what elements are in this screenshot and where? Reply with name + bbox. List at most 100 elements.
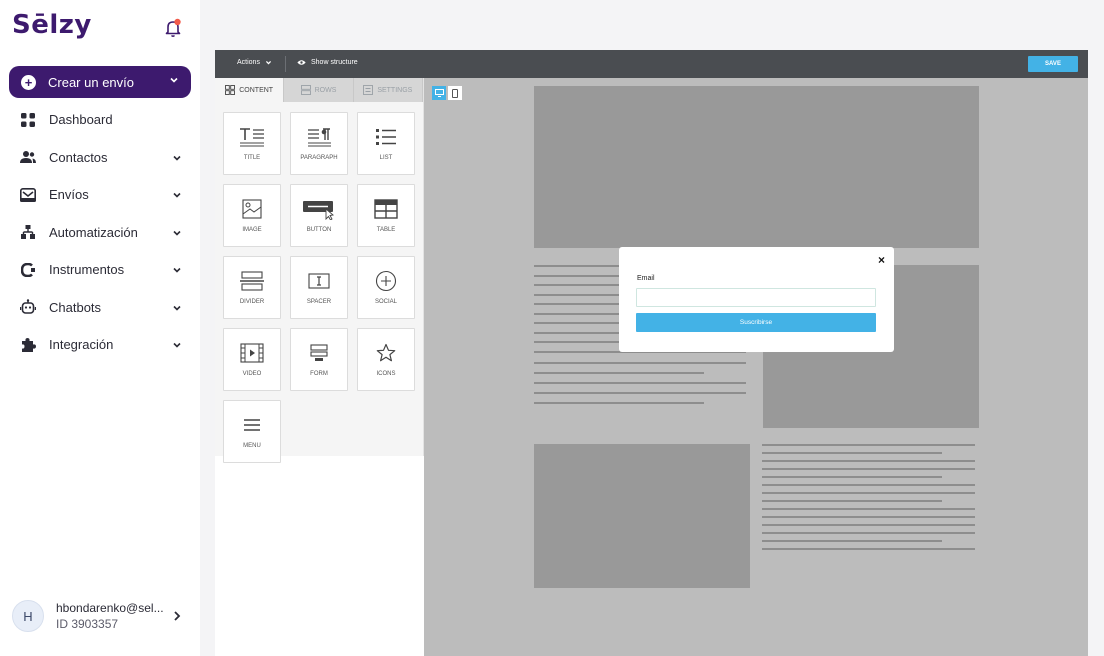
settings-icon	[363, 85, 374, 95]
chevron-down-icon	[173, 230, 181, 236]
tile-label: MENU	[243, 443, 261, 449]
image-placeholder	[534, 444, 750, 588]
sidebar-item-label: Dashboard	[49, 112, 113, 128]
chevron-down-icon	[173, 342, 181, 348]
plus-icon: +	[21, 74, 36, 90]
tab-label: ROWS	[314, 86, 337, 94]
tile-video[interactable]: VIDEO	[223, 328, 281, 391]
brand-logo[interactable]: Sēlzy	[12, 10, 92, 40]
tab-content[interactable]: CONTENT	[215, 78, 285, 102]
chevron-down-icon	[173, 192, 181, 198]
tile-label: IMAGE	[242, 227, 262, 233]
chevron-down-icon	[173, 155, 181, 161]
tile-label: ICONS	[376, 371, 396, 377]
tile-paragraph[interactable]: PARAGRAPH	[290, 112, 348, 175]
rows-icon	[300, 85, 311, 95]
actions-label: Actions	[237, 59, 260, 66]
image-placeholder	[534, 86, 979, 248]
avatar: H	[12, 600, 44, 632]
tile-label: TABLE	[376, 227, 396, 233]
tile-spacer[interactable]: SPACER	[290, 256, 348, 319]
tab-settings[interactable]: SETTINGS	[353, 78, 423, 102]
tile-label: TITLE	[243, 155, 261, 161]
subscribe-button[interactable]: Suscribirse	[636, 313, 876, 332]
sidebar-item-contacts[interactable]: Contactos	[0, 139, 200, 177]
chevron-down-icon	[173, 267, 181, 273]
image-icon	[224, 197, 280, 221]
tile-list[interactable]: LIST	[357, 112, 415, 175]
paragraph-icon	[291, 125, 347, 149]
sidebar-item-label: Chatbots	[49, 299, 102, 315]
tab-label: SETTINGS	[377, 86, 413, 94]
spacer-icon	[291, 269, 347, 293]
video-icon	[224, 341, 280, 365]
tile-icons[interactable]: ICONS	[357, 328, 415, 391]
social-icon	[358, 269, 414, 293]
panel-tabs: CONTENT ROWS SETTINGS	[215, 78, 423, 102]
tile-menu[interactable]: MENU	[223, 400, 281, 463]
tile-table[interactable]: TABLE	[357, 184, 415, 247]
toolbar-divider	[285, 56, 286, 72]
hierarchy-icon	[20, 224, 36, 240]
tile-button[interactable]: BUTTON	[290, 184, 348, 247]
tile-title[interactable]: TITLE	[223, 112, 281, 175]
sidebar-item-label: Instrumentos	[49, 262, 125, 278]
blocks-icon	[225, 85, 236, 95]
editor-toolbar: Actions Show structure SAVE	[215, 50, 1088, 78]
show-structure-toggle[interactable]: Show structure	[297, 59, 358, 66]
puzzle-icon	[20, 337, 36, 353]
tile-form[interactable]: FORM	[290, 328, 348, 391]
tile-label: SOCIAL	[374, 299, 397, 305]
tile-social[interactable]: SOCIAL	[357, 256, 415, 319]
tile-label: VIDEO	[242, 371, 262, 377]
tab-rows[interactable]: ROWS	[284, 78, 354, 102]
sidebar-item-tools[interactable]: Instrumentos	[0, 251, 200, 289]
sidebar-item-label: Envíos	[49, 187, 89, 203]
sidebar-item-label: Automatización	[49, 224, 138, 240]
grid-icon	[20, 112, 36, 128]
notification-bell-icon[interactable]	[164, 18, 182, 38]
tile-divider[interactable]: DIVIDER	[223, 256, 281, 319]
email-field[interactable]	[636, 288, 876, 307]
user-id: ID 3903357	[56, 617, 119, 631]
save-button[interactable]: SAVE	[1028, 56, 1078, 72]
email-label: Email	[637, 275, 655, 282]
divider-icon	[224, 269, 280, 293]
sidebar-item-chatbots[interactable]: Chatbots	[0, 289, 200, 327]
sidebar-item-dashboard[interactable]: Dashboard	[0, 101, 200, 139]
create-send-button[interactable]: + Crear un envío	[9, 66, 191, 98]
content-panel: CONTENT ROWS SETTINGS TITLE PARAGRAPH LI…	[215, 78, 424, 463]
create-send-label: Crear un envío	[48, 74, 134, 90]
tools-icon	[20, 262, 36, 278]
tile-label: SPACER	[306, 299, 332, 305]
robot-icon	[20, 299, 36, 315]
chevron-right-icon[interactable]	[172, 610, 182, 622]
sidebar-item-integration[interactable]: Integración	[0, 326, 200, 364]
table-icon	[358, 197, 414, 221]
user-account[interactable]: H hbondarenko@sel... ID 3903357	[0, 588, 200, 644]
mobile-view-button[interactable]	[448, 86, 462, 100]
tile-label: DIVIDER	[239, 299, 265, 305]
tab-label: CONTENT	[239, 86, 274, 94]
list-icon	[358, 125, 414, 149]
user-info: hbondarenko@sel... ID 3903357	[56, 600, 164, 632]
tile-label: PARAGRAPH	[300, 155, 338, 161]
mobile-icon	[452, 88, 458, 98]
chevron-down-icon	[265, 61, 272, 65]
menu-icon	[224, 413, 280, 437]
email-canvas[interactable]: × Email Suscribirse	[424, 78, 1088, 656]
tile-image[interactable]: IMAGE	[223, 184, 281, 247]
desktop-view-button[interactable]	[432, 86, 446, 100]
show-structure-label: Show structure	[311, 59, 358, 66]
tile-label: LIST	[379, 155, 393, 161]
sidebar-item-sends[interactable]: Envíos	[0, 176, 200, 214]
actions-menu[interactable]: Actions	[237, 59, 272, 66]
chevron-down-icon	[170, 77, 178, 83]
sidebar-item-label: Integración	[49, 337, 114, 353]
close-icon[interactable]: ×	[878, 253, 885, 267]
device-toggle	[432, 86, 462, 100]
user-email: hbondarenko@sel...	[56, 601, 164, 615]
sidebar-item-automation[interactable]: Automatización	[0, 214, 200, 252]
sidebar-nav: Dashboard Contactos Envíos Automatizació…	[0, 101, 200, 364]
tile-label: BUTTON	[306, 227, 332, 233]
